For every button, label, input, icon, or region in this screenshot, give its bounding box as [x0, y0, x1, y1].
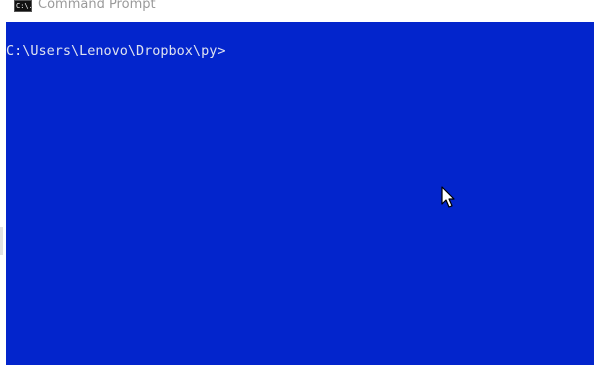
mouse-pointer-icon: [441, 186, 455, 208]
resize-handle-mark: [0, 227, 3, 255]
command-prompt-window: C:\. Command Prompt C:\Users\Lenovo\Drop…: [0, 0, 600, 367]
cmd-app-icon[interactable]: C:\.: [14, 0, 32, 12]
window-right-border: [594, 22, 600, 367]
command-prompt-line[interactable]: C:\Users\Lenovo\Dropbox\py>: [6, 43, 225, 59]
console-area[interactable]: [6, 22, 594, 365]
window-title: Command Prompt: [38, 0, 156, 12]
title-bar[interactable]: C:\. Command Prompt: [0, 0, 600, 22]
